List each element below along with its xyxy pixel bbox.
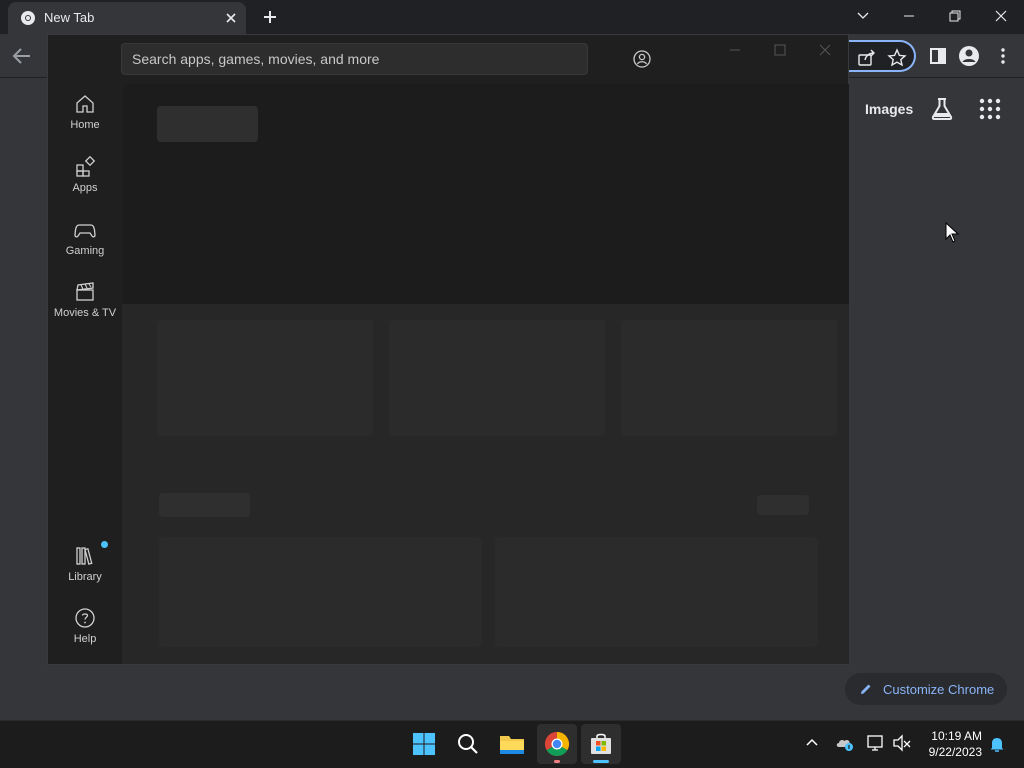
show-hidden-icons-chevron-icon[interactable] bbox=[804, 735, 820, 751]
bookmark-star-icon[interactable] bbox=[886, 47, 908, 69]
tab-close-icon[interactable] bbox=[222, 9, 240, 27]
network-icon[interactable] bbox=[866, 734, 886, 752]
store-bag-icon bbox=[591, 733, 611, 754]
images-link[interactable]: Images bbox=[865, 101, 913, 117]
share-icon[interactable] bbox=[856, 47, 878, 69]
library-notification-dot bbox=[101, 541, 108, 548]
section-title-placeholder bbox=[159, 493, 250, 517]
onedrive-icon[interactable] bbox=[835, 734, 855, 752]
chrome-running-indicator bbox=[554, 760, 560, 763]
nav-home[interactable]: Home bbox=[48, 93, 122, 131]
nav-movies-tv-label: Movies & TV bbox=[53, 307, 117, 319]
back-arrow-icon[interactable] bbox=[8, 44, 36, 68]
help-icon bbox=[75, 608, 95, 628]
nav-home-label: Home bbox=[70, 119, 100, 131]
store-maximize-button[interactable] bbox=[773, 43, 787, 57]
chrome-taskbar-button[interactable] bbox=[537, 724, 577, 764]
nav-movies-tv[interactable]: Movies & TV bbox=[48, 281, 122, 319]
microsoft-store-taskbar-button[interactable] bbox=[581, 724, 621, 764]
library-icon bbox=[76, 547, 93, 565]
tab-search-icon[interactable] bbox=[840, 0, 886, 32]
clock-date[interactable]: 9/22/2023 bbox=[922, 745, 982, 759]
clapperboard-icon bbox=[76, 282, 94, 301]
customize-chrome-button[interactable]: Customize Chrome bbox=[845, 673, 1007, 705]
home-icon bbox=[76, 95, 94, 113]
nav-help-label: Help bbox=[73, 633, 97, 645]
profile-avatar-icon[interactable] bbox=[958, 45, 980, 67]
store-search-input[interactable]: Search apps, games, movies, and more bbox=[121, 43, 588, 75]
store-minimize-button[interactable] bbox=[728, 43, 742, 57]
chrome-favicon-icon bbox=[20, 10, 36, 26]
notification-bell-icon[interactable] bbox=[988, 735, 1006, 753]
nav-library[interactable]: Library bbox=[48, 545, 122, 583]
see-all-placeholder bbox=[757, 495, 809, 515]
gamepad-icon bbox=[74, 224, 96, 238]
taskbar-search-button[interactable] bbox=[448, 724, 488, 764]
pencil-icon bbox=[861, 684, 871, 694]
store-account-icon[interactable] bbox=[630, 49, 654, 69]
store-active-indicator bbox=[593, 760, 609, 763]
nav-library-label: Library bbox=[68, 571, 102, 583]
clock-time[interactable]: 10:19 AM bbox=[928, 729, 982, 743]
search-icon bbox=[458, 734, 478, 754]
apps-icon bbox=[76, 156, 96, 177]
nav-gaming[interactable]: Gaming bbox=[48, 219, 122, 257]
nav-gaming-label: Gaming bbox=[65, 245, 105, 257]
customize-chrome-label: Customize Chrome bbox=[883, 681, 995, 697]
tab-new-tab[interactable]: New Tab bbox=[8, 2, 246, 34]
store-content-area bbox=[122, 84, 849, 664]
chrome-menu-icon[interactable] bbox=[992, 45, 1014, 67]
card-placeholder bbox=[621, 320, 837, 436]
store-close-button[interactable] bbox=[818, 43, 832, 57]
tab-title: New Tab bbox=[44, 10, 95, 25]
new-tab-button[interactable] bbox=[258, 5, 282, 29]
labs-flask-icon[interactable] bbox=[929, 96, 955, 122]
start-button[interactable] bbox=[404, 724, 444, 764]
nav-apps-label: Apps bbox=[72, 182, 98, 194]
folder-icon bbox=[500, 736, 524, 754]
restore-button[interactable] bbox=[932, 0, 978, 32]
nav-apps[interactable]: Apps bbox=[48, 156, 122, 194]
tile-placeholder bbox=[159, 537, 482, 647]
chrome-logo-icon bbox=[544, 732, 570, 757]
google-apps-grid-icon[interactable] bbox=[978, 97, 1002, 121]
volume-muted-icon[interactable] bbox=[892, 734, 912, 752]
windows-logo-icon bbox=[413, 733, 435, 755]
side-panel-icon[interactable] bbox=[927, 45, 949, 67]
microsoft-store-window: Search apps, games, movies, and more Hom… bbox=[47, 34, 849, 665]
nav-help[interactable]: Help bbox=[48, 607, 122, 645]
card-placeholder bbox=[157, 320, 373, 436]
close-window-button[interactable] bbox=[978, 0, 1024, 32]
card-placeholder bbox=[389, 320, 605, 436]
mouse-cursor-icon bbox=[945, 222, 959, 244]
hero-title-placeholder bbox=[157, 106, 258, 142]
tile-placeholder bbox=[495, 537, 818, 647]
file-explorer-button[interactable] bbox=[492, 724, 532, 764]
omnibox[interactable] bbox=[846, 40, 916, 72]
minimize-button[interactable] bbox=[886, 0, 932, 32]
